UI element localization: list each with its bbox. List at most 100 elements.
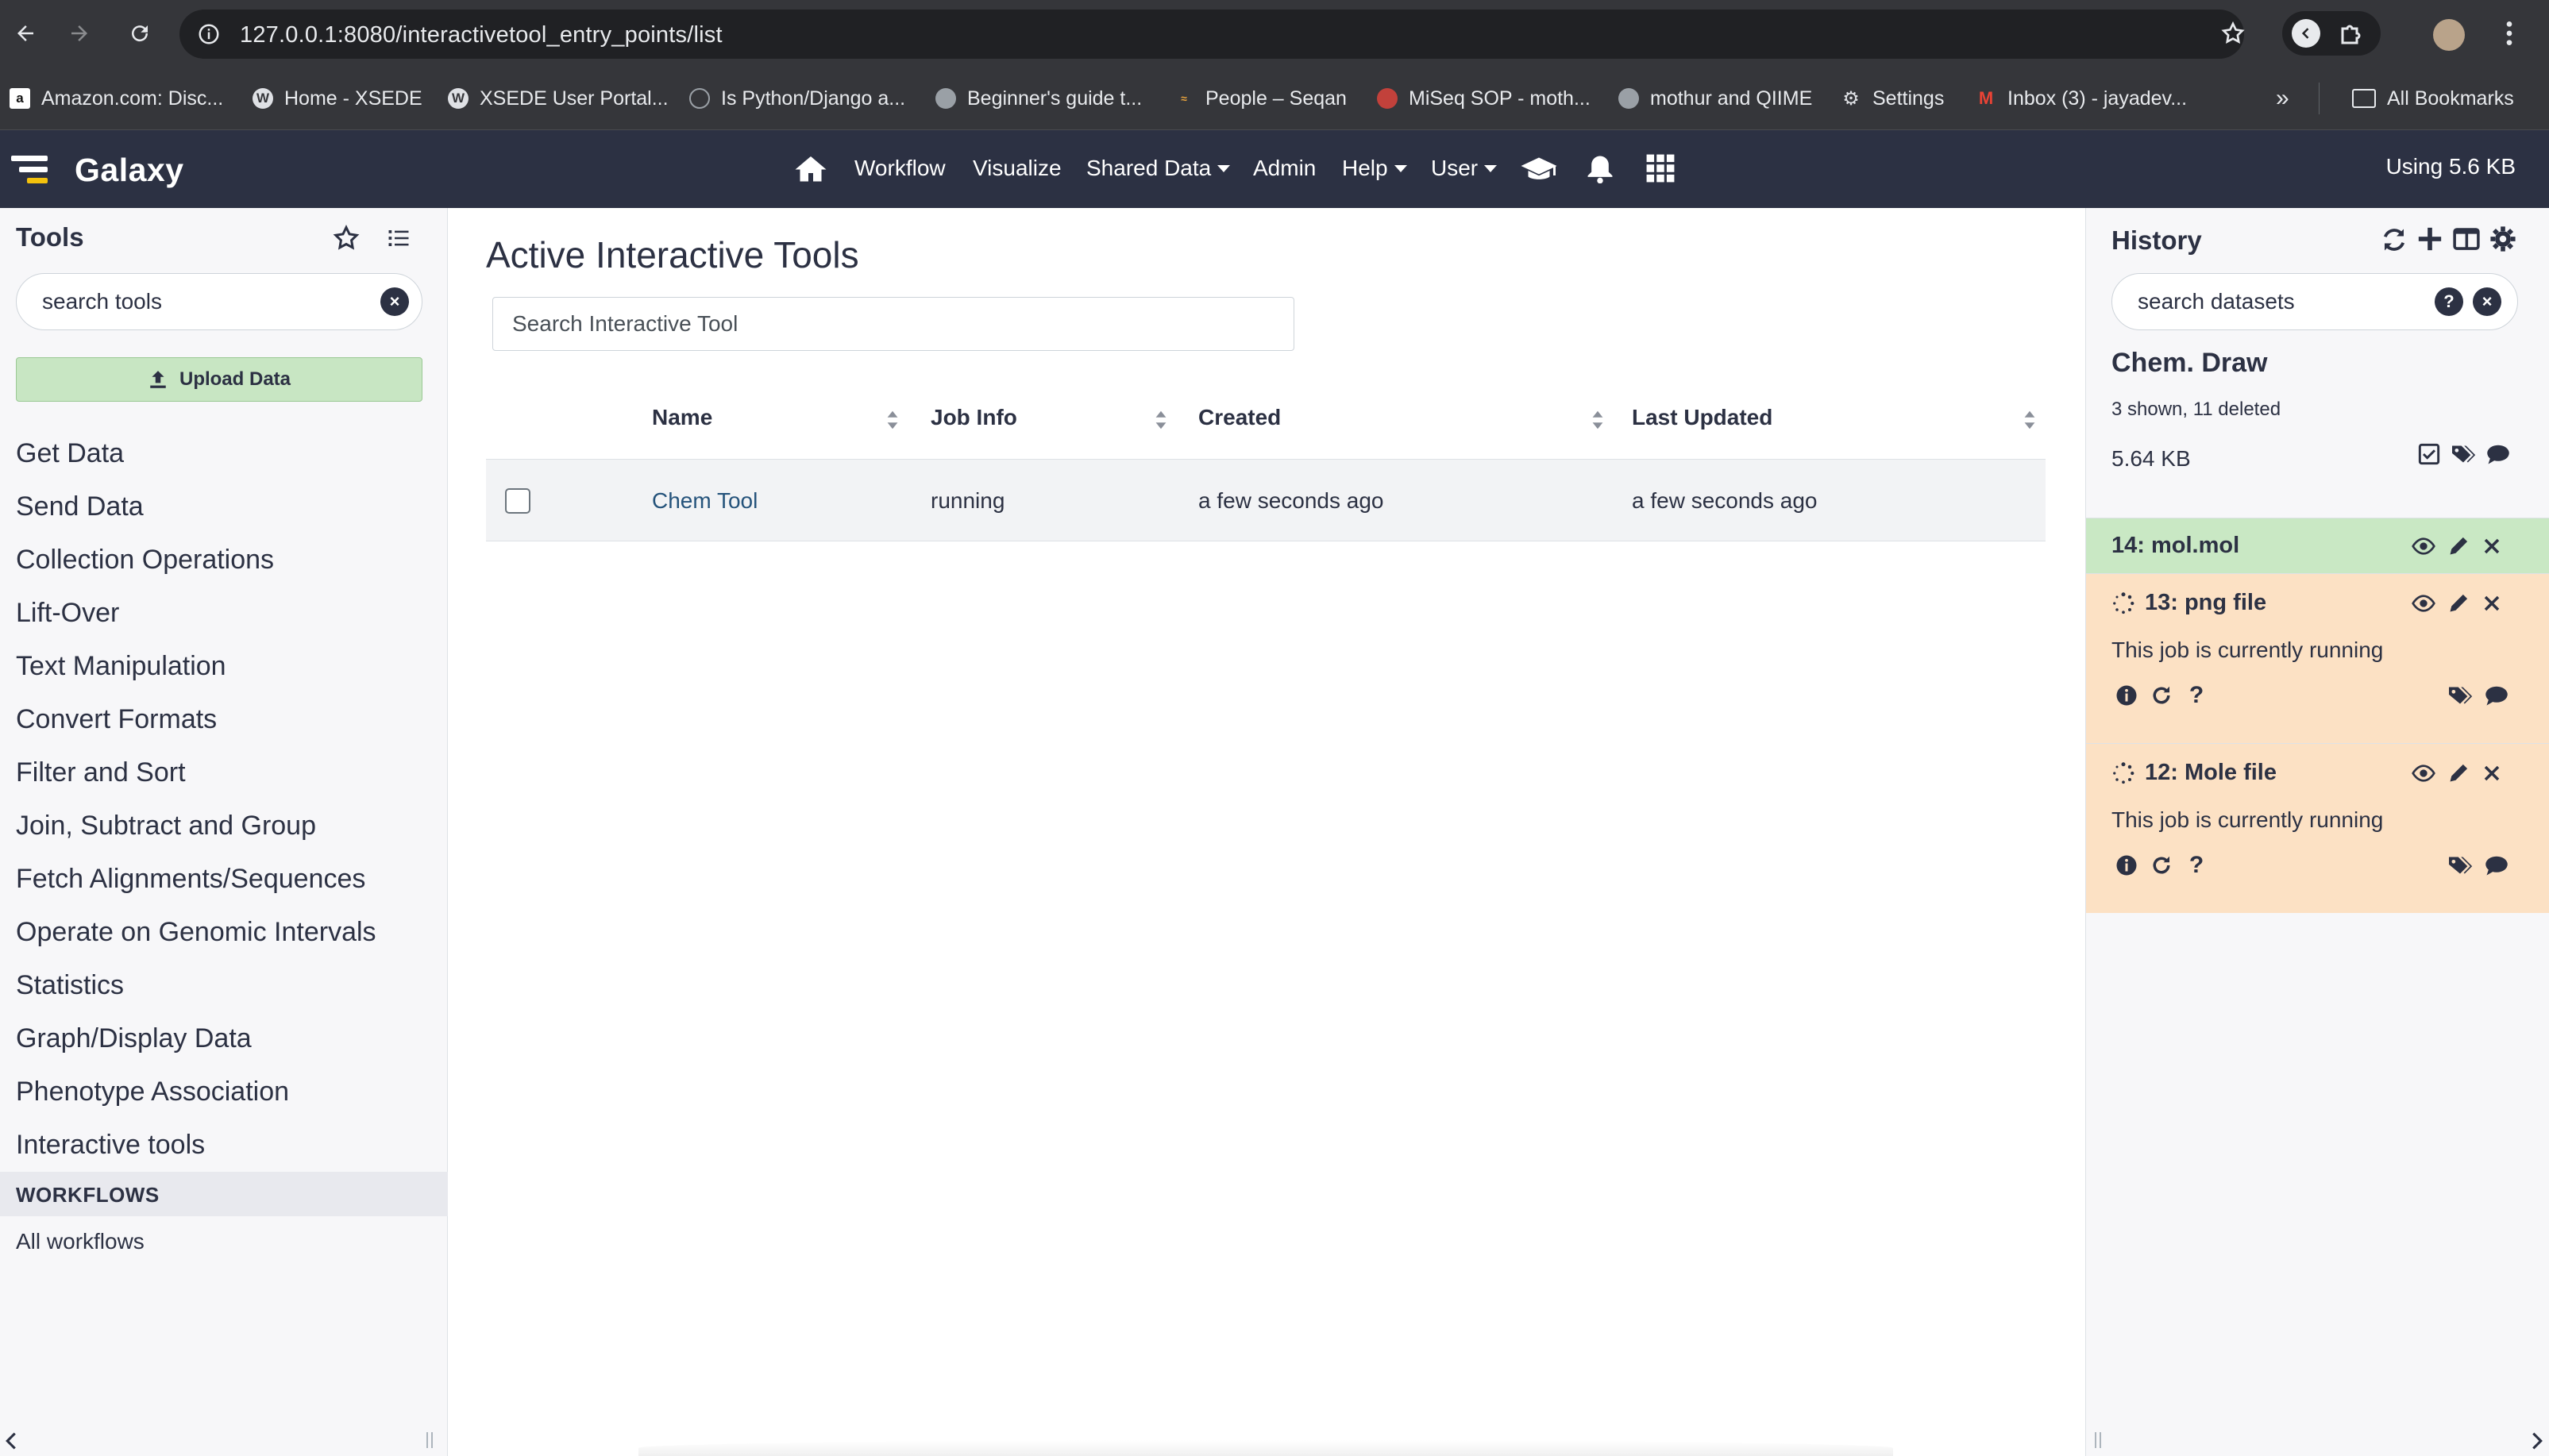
bookmark-item[interactable]: Beginner's guide t... (935, 83, 1142, 114)
column-header-name[interactable]: Name (652, 405, 712, 430)
tags-icon[interactable] (2447, 682, 2474, 709)
tags-icon[interactable] (2447, 852, 2474, 879)
info-icon[interactable] (2113, 682, 2140, 709)
rerun-icon[interactable] (2148, 682, 2175, 709)
eye-icon[interactable] (2410, 533, 2437, 560)
pencil-icon[interactable] (2445, 590, 2472, 617)
all-workflows-link[interactable]: All workflows (16, 1229, 145, 1254)
dataset-title[interactable]: 12: Mole file (2145, 760, 2277, 786)
dataset-item[interactable]: 14: mol.mol (2086, 518, 2549, 573)
profile-avatar[interactable] (2433, 19, 2465, 51)
tool-section-fetch-alignments[interactable]: Fetch Alignments/Sequences (16, 864, 365, 895)
eye-icon[interactable] (2410, 590, 2437, 617)
nav-help[interactable]: Help (1342, 152, 1407, 184)
tool-section-send-data[interactable]: Send Data (16, 491, 144, 522)
tool-section-phenotype-association[interactable]: Phenotype Association (16, 1077, 289, 1107)
annotation-comment-icon[interactable] (2483, 682, 2510, 709)
apps-grid-icon[interactable] (1645, 152, 1676, 184)
bookmark-item[interactable]: W Home - XSEDE (253, 83, 422, 114)
sort-icon[interactable] (1155, 410, 1167, 430)
nav-workflow[interactable]: Workflow (854, 152, 946, 184)
bookmark-item[interactable]: a Amazon.com: Disc... (10, 83, 223, 114)
pencil-icon[interactable] (2445, 533, 2472, 560)
delete-x-icon[interactable] (2478, 760, 2505, 787)
bookmark-item[interactable]: M Inbox (3) - jayadev... (1976, 83, 2187, 114)
tool-section-statistics[interactable]: Statistics (16, 970, 124, 1001)
brand[interactable]: Galaxy (11, 148, 184, 192)
graduation-cap-icon[interactable] (1520, 152, 1558, 184)
annotation-comment-icon[interactable] (2486, 443, 2510, 465)
browser-menu-icon[interactable] (2500, 17, 2519, 49)
site-info-icon[interactable] (197, 22, 221, 46)
home-icon[interactable] (794, 152, 827, 184)
list-view-icon[interactable] (383, 222, 415, 254)
question-icon[interactable]: ? (2183, 852, 2210, 879)
tool-section-graph-display[interactable]: Graph/Display Data (16, 1023, 252, 1054)
tags-icon[interactable] (2450, 443, 2477, 465)
panel-resize-handle[interactable] (424, 1431, 435, 1450)
tool-section-get-data[interactable]: Get Data (16, 438, 124, 469)
back-arrow-icon[interactable] (10, 17, 41, 49)
upload-data-button[interactable]: Upload Data (16, 357, 422, 402)
tool-section-convert-formats[interactable]: Convert Formats (16, 704, 217, 735)
eye-icon[interactable] (2410, 760, 2437, 787)
help-question-icon[interactable]: ? (2435, 287, 2463, 316)
tool-section-interactive-tools[interactable]: Interactive tools (16, 1130, 205, 1161)
row-select-checkbox[interactable] (505, 488, 530, 514)
bookmark-item[interactable]: ⚙ Settings (1841, 83, 1944, 114)
url-text[interactable]: 127.0.0.1:8080/interactivetool_entry_poi… (240, 22, 723, 48)
nav-user[interactable]: User (1431, 152, 1497, 184)
select-items-checkbox-icon[interactable] (2418, 443, 2440, 465)
tool-section-collection-operations[interactable]: Collection Operations (16, 545, 274, 576)
history-search-input[interactable]: search datasets ? × (2111, 273, 2518, 330)
interactive-tool-search-input[interactable]: Search Interactive Tool (492, 297, 1294, 351)
dataset-item[interactable]: 12: Mole file This job is currently runn… (2086, 743, 2549, 913)
history-options-gear-icon[interactable] (2489, 225, 2516, 252)
bookmark-item[interactable]: mothur and QIIME (1618, 83, 1812, 114)
delete-x-icon[interactable] (2478, 533, 2505, 560)
dataset-title[interactable]: 13: png file (2145, 590, 2266, 616)
history-name[interactable]: Chem. Draw (2111, 348, 2268, 379)
bookmark-item[interactable]: ≈ People – Seqan (1174, 83, 1347, 114)
tool-section-filter-and-sort[interactable]: Filter and Sort (16, 757, 186, 788)
new-history-plus-icon[interactable] (2416, 225, 2443, 252)
sort-icon[interactable] (2023, 410, 2036, 430)
bookmark-item[interactable]: Is Python/Django a... (689, 83, 905, 114)
star-favorites-icon[interactable] (330, 222, 362, 254)
puzzle-extension-icon[interactable] (2338, 19, 2366, 48)
column-header-last-updated[interactable]: Last Updated (1632, 405, 1772, 430)
bookmark-item[interactable]: MiSeq SOP - moth... (1377, 83, 1591, 114)
tool-name-link[interactable]: Chem Tool (652, 488, 758, 514)
column-header-created[interactable]: Created (1198, 405, 1281, 430)
rerun-icon[interactable] (2148, 852, 2175, 879)
tool-section-genomic-intervals[interactable]: Operate on Genomic Intervals (16, 917, 376, 948)
sort-icon[interactable] (1591, 410, 1604, 430)
panel-resize-handle[interactable] (2092, 1431, 2104, 1450)
nav-shared-data[interactable]: Shared Data (1086, 152, 1230, 184)
column-header-job-info[interactable]: Job Info (931, 405, 1017, 430)
bell-icon[interactable] (1587, 152, 1614, 184)
scroll-right-icon[interactable] (2531, 1432, 2543, 1450)
sort-icon[interactable] (886, 410, 899, 430)
multiview-columns-icon[interactable] (2453, 227, 2480, 251)
all-bookmarks[interactable]: All Bookmarks (2352, 83, 2514, 114)
extension-chevron-icon[interactable] (2292, 19, 2320, 48)
dataset-item[interactable]: 13: png file This job is currently runni… (2086, 573, 2549, 743)
more-bookmarks-icon[interactable]: » (2276, 83, 2289, 114)
history-size[interactable]: 5.64 KB (2111, 446, 2191, 472)
tool-search-input[interactable]: search tools × (16, 273, 422, 330)
delete-x-icon[interactable] (2478, 590, 2505, 617)
bookmark-star-icon[interactable] (2220, 21, 2246, 46)
scroll-left-icon[interactable] (5, 1432, 17, 1450)
clear-search-icon[interactable]: × (2473, 287, 2501, 316)
tool-section-lift-over[interactable]: Lift-Over (16, 598, 119, 629)
nav-admin[interactable]: Admin (1253, 152, 1316, 184)
dataset-title[interactable]: 14: mol.mol (2111, 533, 2239, 559)
question-icon[interactable]: ? (2183, 682, 2210, 709)
refresh-history-icon[interactable] (2380, 225, 2408, 254)
annotation-comment-icon[interactable] (2483, 852, 2510, 879)
clear-search-icon[interactable]: × (380, 287, 409, 316)
bookmark-item[interactable]: W XSEDE User Portal... (448, 83, 669, 114)
tool-section-text-manipulation[interactable]: Text Manipulation (16, 651, 226, 682)
pencil-icon[interactable] (2445, 760, 2472, 787)
